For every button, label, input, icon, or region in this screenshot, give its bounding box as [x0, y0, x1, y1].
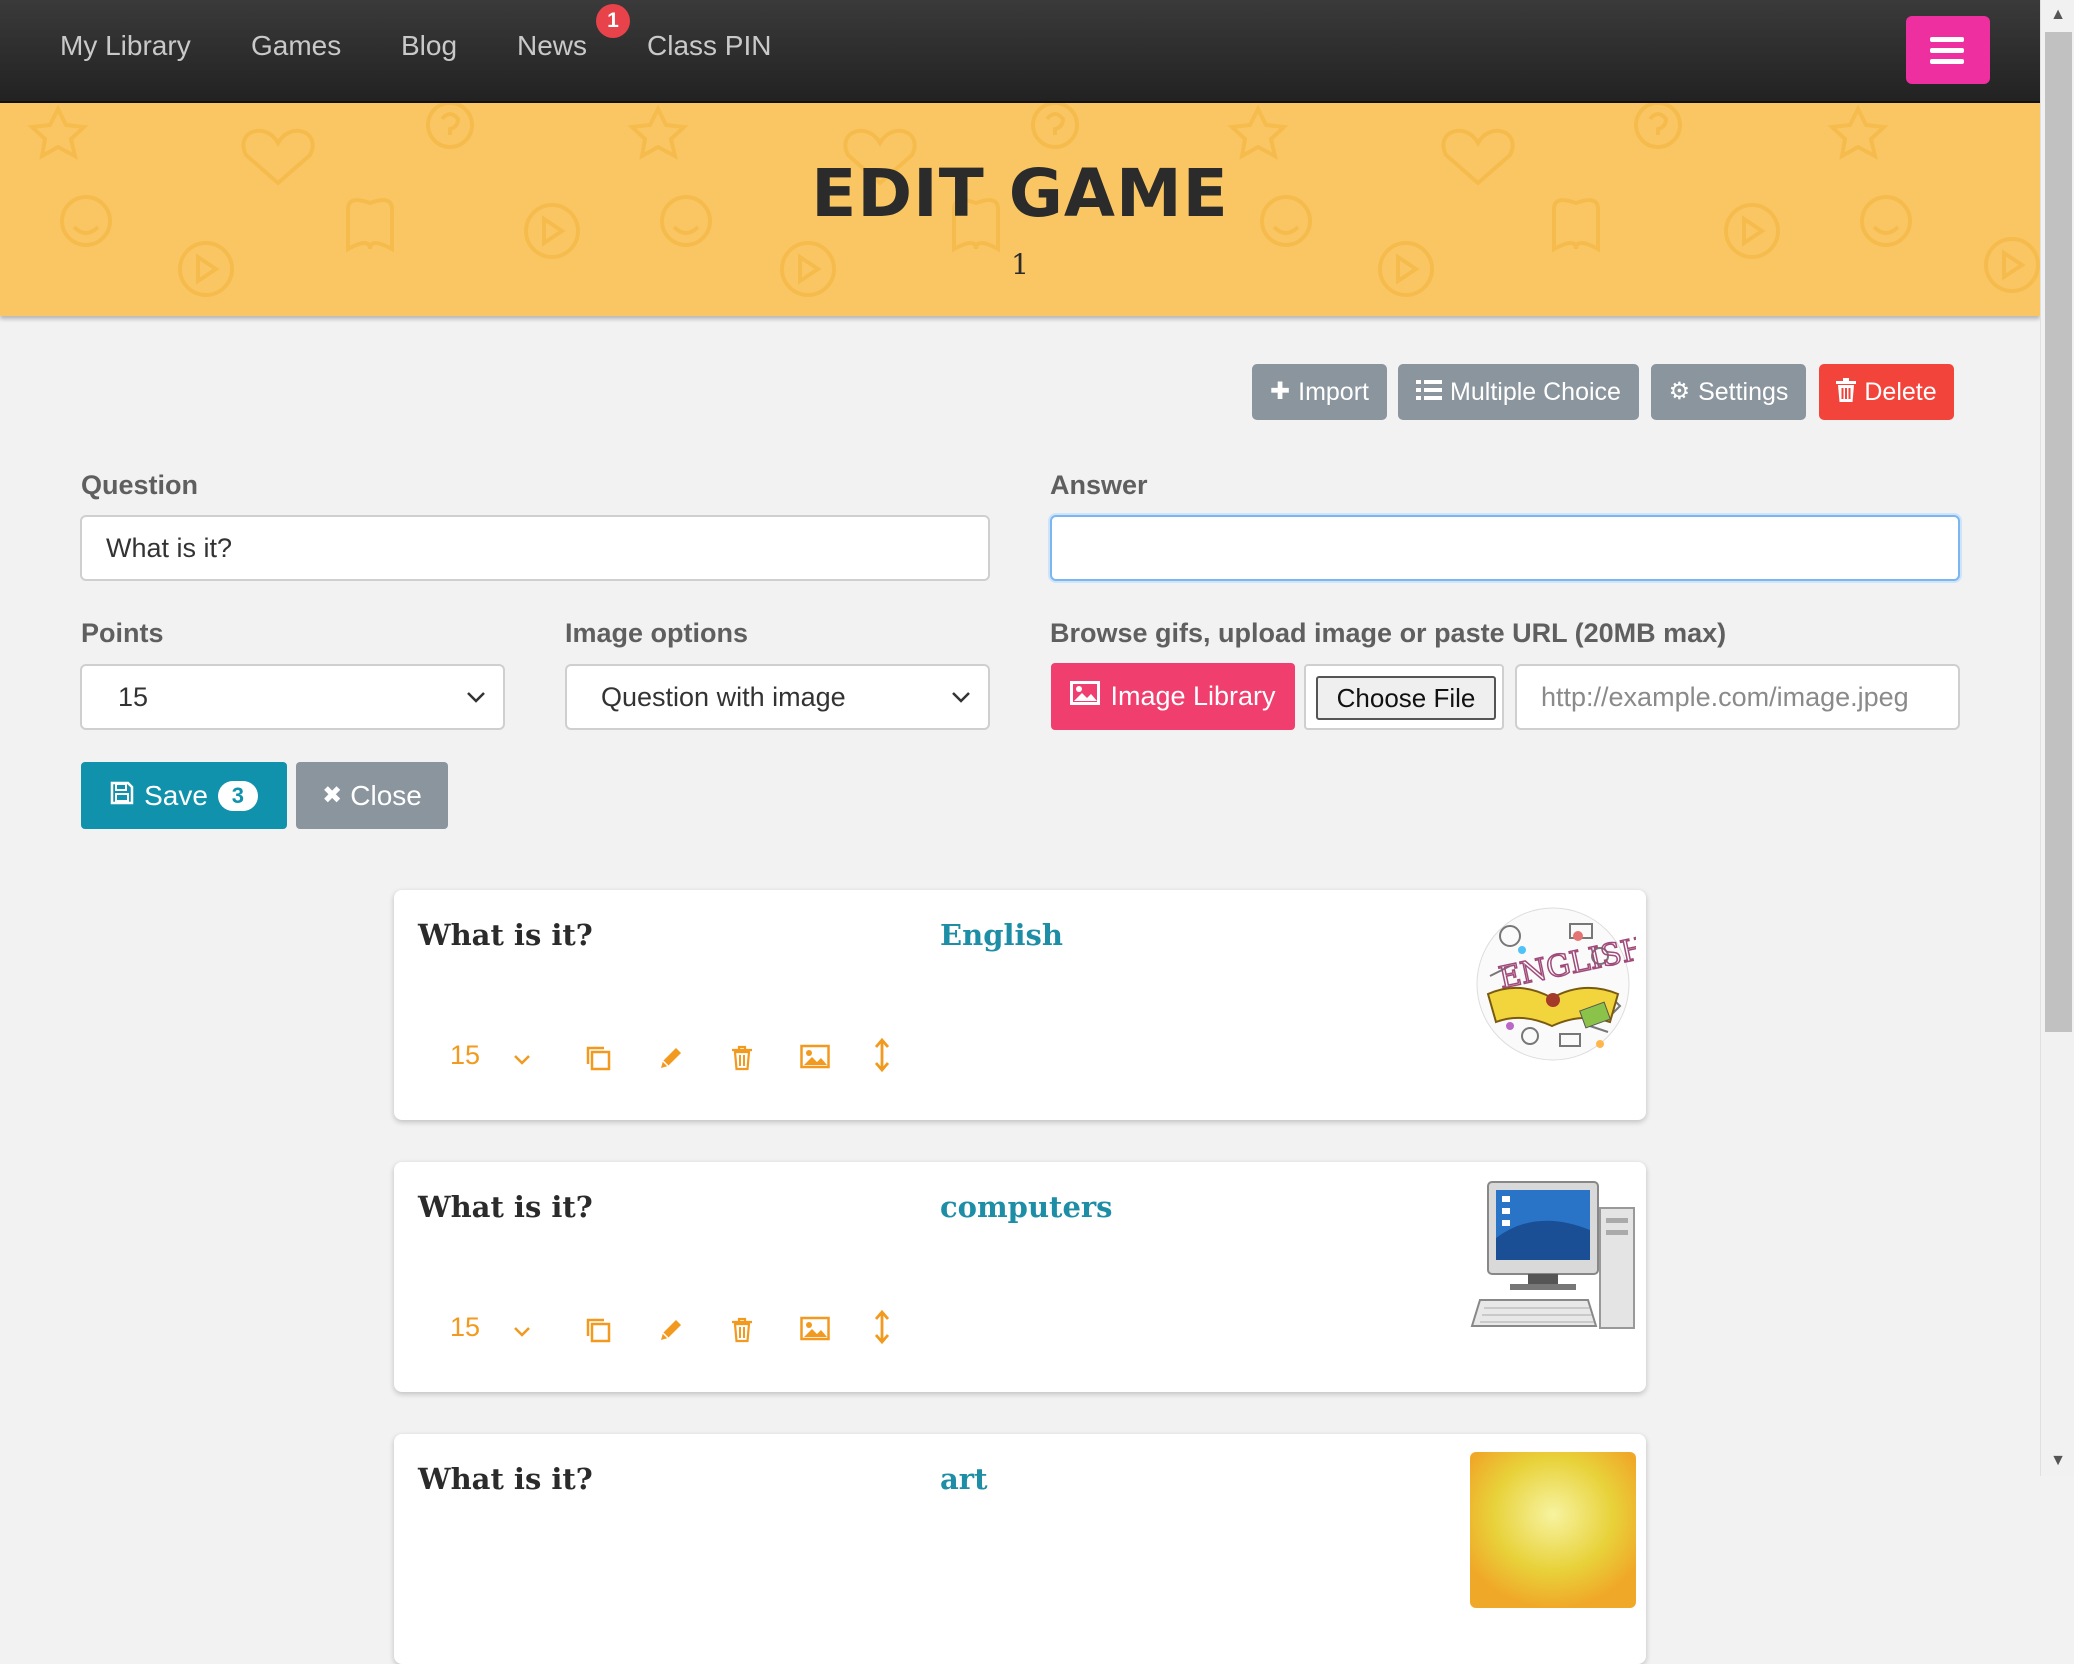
- answer-label: Answer: [1050, 470, 1148, 500]
- chevron-down-icon: [952, 692, 970, 703]
- points-label: Points: [81, 618, 164, 648]
- duplicate-icon[interactable]: [584, 1044, 612, 1072]
- list-icon: [1416, 379, 1443, 406]
- nav-news[interactable]: News: [517, 30, 587, 62]
- points-select-value: 15: [118, 681, 149, 712]
- multiple-choice-label: Multiple Choice: [1450, 377, 1621, 406]
- choose-file-button[interactable]: Choose File: [1316, 676, 1496, 720]
- english-doodle-image: ENGLISH: [1476, 907, 1636, 1061]
- game-subtitle: 1: [1011, 248, 1029, 281]
- card-question-text: What is it?: [418, 1190, 593, 1224]
- import-label: Import: [1298, 377, 1369, 406]
- close-label: Close: [350, 779, 422, 811]
- scroll-down-arrow-icon[interactable]: ▼: [2041, 1446, 2074, 1476]
- question-input-value: What is it?: [106, 532, 233, 563]
- file-upload-field: Choose File: [1304, 664, 1504, 730]
- art-image: [1470, 1452, 1636, 1608]
- duplicate-icon[interactable]: [584, 1316, 612, 1344]
- nav-blog[interactable]: Blog: [401, 30, 457, 62]
- image-icon[interactable]: [800, 1044, 830, 1070]
- trash-icon[interactable]: [730, 1316, 754, 1344]
- unsaved-count-badge: 3: [217, 780, 258, 811]
- reorder-arrows-icon[interactable]: [872, 1038, 892, 1072]
- gear-icon: ⚙: [1668, 378, 1691, 405]
- question-card[interactable]: What is it? English ENGLISH 15: [394, 890, 1646, 1120]
- card-points-value[interactable]: 15: [450, 1040, 480, 1071]
- computer-image: [1470, 1181, 1635, 1329]
- save-label: Save: [144, 779, 208, 811]
- close-button[interactable]: ✖ Close: [296, 762, 448, 829]
- chevron-down-icon[interactable]: [512, 1322, 532, 1342]
- image-icon: [1070, 681, 1101, 712]
- image-options-select[interactable]: Question with image: [565, 664, 990, 730]
- question-card[interactable]: What is it? art: [394, 1434, 1646, 1664]
- browse-image-label: Browse gifs, upload image or paste URL (…: [1050, 618, 1727, 648]
- trash-icon[interactable]: [730, 1044, 754, 1072]
- pencil-icon[interactable]: [657, 1044, 685, 1072]
- floppy-disk-icon: [110, 780, 134, 812]
- chevron-down-icon[interactable]: [512, 1050, 532, 1070]
- card-answer-text: computers: [940, 1190, 1113, 1224]
- trash-icon: [1836, 377, 1857, 407]
- settings-button[interactable]: ⚙ Settings: [1651, 364, 1806, 420]
- card-question-text: What is it?: [418, 1462, 593, 1496]
- nav-my-library[interactable]: My Library: [60, 30, 191, 62]
- card-answer-text: art: [940, 1462, 988, 1496]
- chevron-down-icon: [467, 692, 485, 703]
- news-notification-badge: 1: [596, 4, 630, 38]
- top-navbar: My Library Games Blog News 1 Class PIN: [0, 0, 2040, 103]
- plus-icon: ✚: [1270, 378, 1291, 405]
- image-options-select-value: Question with image: [601, 681, 846, 712]
- page-header-banner: EDIT GAME 1: [0, 103, 2040, 316]
- settings-label: Settings: [1698, 377, 1789, 406]
- image-options-label: Image options: [565, 618, 749, 648]
- card-toolbar: 15: [394, 1310, 994, 1362]
- card-points-value[interactable]: 15: [450, 1312, 480, 1343]
- image-url-input[interactable]: http://example.com/image.jpeg: [1515, 664, 1960, 730]
- multiple-choice-button[interactable]: Multiple Choice: [1398, 364, 1639, 420]
- card-question-text: What is it?: [418, 918, 593, 952]
- close-icon: ✖: [322, 781, 343, 809]
- image-url-placeholder: http://example.com/image.jpeg: [1541, 681, 1909, 712]
- image-icon[interactable]: [800, 1316, 830, 1342]
- scrollbar-thumb[interactable]: [2045, 32, 2072, 1032]
- image-library-button[interactable]: Image Library: [1051, 663, 1295, 730]
- save-button[interactable]: Save 3: [81, 762, 287, 829]
- import-button[interactable]: ✚ Import: [1252, 364, 1387, 420]
- pencil-icon[interactable]: [657, 1316, 685, 1344]
- question-label: Question: [81, 470, 199, 500]
- question-input[interactable]: What is it?: [80, 515, 990, 581]
- image-library-label: Image Library: [1110, 681, 1276, 711]
- reorder-arrows-icon[interactable]: [872, 1310, 892, 1344]
- nav-games[interactable]: Games: [251, 30, 341, 62]
- page-title: EDIT GAME: [811, 155, 1229, 232]
- card-answer-text: English: [940, 918, 1063, 952]
- scroll-up-arrow-icon[interactable]: ▲: [2041, 0, 2074, 30]
- nav-class-pin[interactable]: Class PIN: [647, 30, 771, 62]
- question-card[interactable]: What is it? computers 15: [394, 1162, 1646, 1392]
- points-select[interactable]: 15: [80, 664, 505, 730]
- delete-button[interactable]: Delete: [1819, 364, 1954, 420]
- delete-label: Delete: [1864, 377, 1937, 406]
- hamburger-menu-button[interactable]: [1906, 16, 1990, 84]
- card-toolbar: 15: [394, 1038, 994, 1090]
- page-scrollbar[interactable]: ▲ ▼: [2040, 0, 2074, 1476]
- answer-input[interactable]: [1050, 515, 1960, 581]
